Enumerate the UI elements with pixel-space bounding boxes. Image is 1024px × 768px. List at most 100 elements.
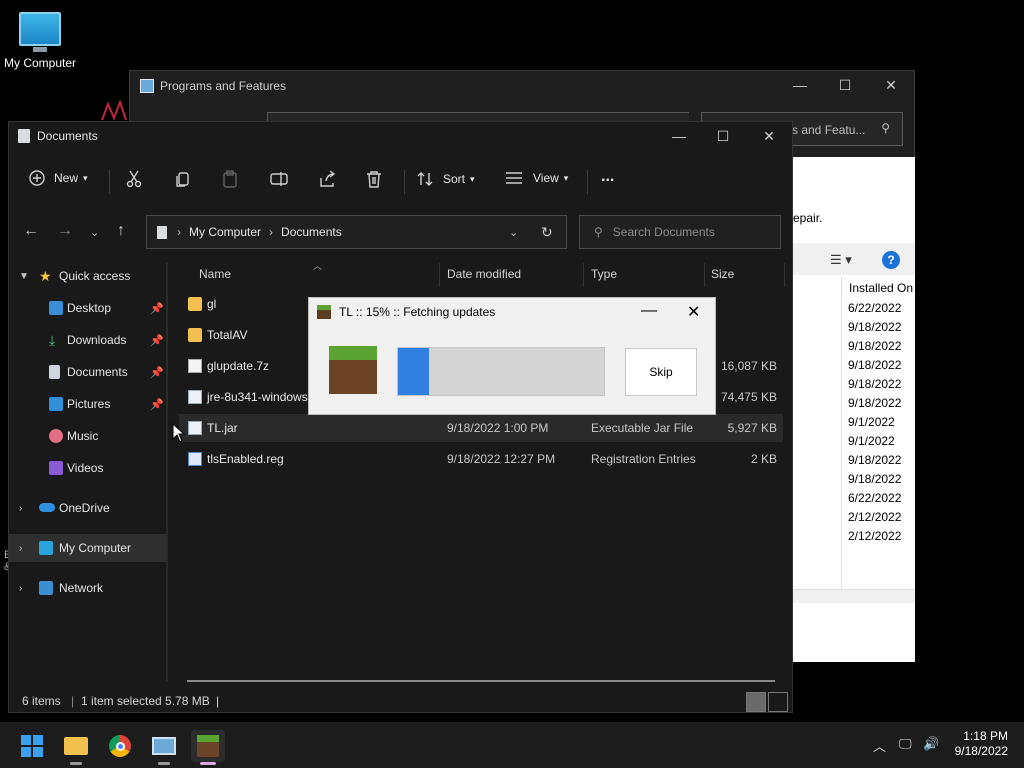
paste-button[interactable] xyxy=(222,170,238,188)
column-header-name[interactable]: Name ︿ xyxy=(189,261,440,287)
breadcrumb-documents[interactable]: Documents xyxy=(281,225,342,239)
desktop-icon xyxy=(49,301,63,315)
clock-date: 9/18/2022 xyxy=(954,744,1008,758)
cut-button[interactable] xyxy=(126,170,142,188)
list-item[interactable]: 9/1/2022 xyxy=(848,432,901,451)
toolbar-divider xyxy=(109,170,110,194)
pin-icon[interactable]: 📌 xyxy=(150,334,164,347)
minimize-button[interactable]: — xyxy=(641,302,657,320)
list-item[interactable]: 9/18/2022 xyxy=(848,394,901,413)
chrome-taskbar-button[interactable] xyxy=(103,730,137,762)
control-panel-taskbar-button[interactable] xyxy=(147,730,181,765)
horizontal-scrollbar[interactable] xyxy=(187,680,775,682)
column-divider xyxy=(841,299,842,589)
details-view-icon[interactable] xyxy=(746,692,766,712)
chevron-down-icon[interactable]: ⌄ xyxy=(509,226,518,239)
list-item[interactable]: 6/22/2022 xyxy=(848,299,901,318)
column-installed-on[interactable]: Installed On xyxy=(841,277,915,299)
pin-icon[interactable]: 📌 xyxy=(150,398,164,411)
sidebar-item-downloads[interactable]: ⤓ Downloads 📌 xyxy=(9,326,167,354)
pin-icon[interactable]: 📌 xyxy=(150,302,164,315)
share-icon xyxy=(320,170,336,187)
sort-chevron-up-icon: ︿ xyxy=(313,261,323,271)
column-header-size[interactable]: Size xyxy=(701,263,785,287)
forward-arrow-icon[interactable]: → xyxy=(57,222,73,240)
minecraft-block-icon xyxy=(317,305,331,319)
help-icon[interactable]: ? xyxy=(882,251,900,269)
delete-button[interactable] xyxy=(366,170,382,188)
minimize-button[interactable]: — xyxy=(790,77,810,93)
list-item[interactable]: 9/18/2022 xyxy=(848,451,901,470)
address-bar[interactable]: › My Computer › Documents ⌄ ↻ xyxy=(146,215,567,249)
chevron-right-icon: › xyxy=(269,225,274,239)
list-item[interactable]: 9/1/2022 xyxy=(848,413,901,432)
column-header-type[interactable]: Type xyxy=(581,263,705,287)
recent-chevron-down-icon[interactable]: ⌄ xyxy=(90,226,99,239)
chevron-right-icon[interactable]: › xyxy=(19,543,22,554)
sidebar-item-pictures[interactable]: Pictures 📌 xyxy=(9,390,167,418)
system-clock[interactable]: 1:18 PM 9/18/2022 xyxy=(955,729,1008,759)
column-header-date[interactable]: Date modified xyxy=(437,263,584,287)
sidebar-item-documents[interactable]: Documents 📌 xyxy=(9,358,167,386)
list-item[interactable]: 9/18/2022 xyxy=(848,337,901,356)
copy-button[interactable] xyxy=(175,170,191,188)
tlauncher-taskbar-button[interactable] xyxy=(191,730,225,765)
chevron-right-icon[interactable]: › xyxy=(19,503,22,514)
desktop-icon-my-computer[interactable]: My Computer xyxy=(0,8,80,70)
tiles-view-icon[interactable] xyxy=(768,692,788,712)
dialog-title: TL :: 15% :: Fetching updates xyxy=(339,305,496,319)
sidebar-item-videos[interactable]: Videos xyxy=(9,454,167,482)
close-button[interactable]: ✕ xyxy=(881,77,901,94)
breadcrumb-my-computer[interactable]: My Computer xyxy=(189,225,261,239)
list-item[interactable]: 9/18/2022 xyxy=(848,356,901,375)
list-item[interactable]: 9/18/2022 xyxy=(848,375,901,394)
chevron-down-icon[interactable]: ▼ xyxy=(19,271,29,282)
sidebar-item-quick-access[interactable]: ▼ ★ Quick access xyxy=(9,262,167,290)
folder-icon xyxy=(188,297,202,311)
table-row[interactable]: tlsEnabled.reg 9/18/2022 12:27 PM Registr… xyxy=(179,445,783,473)
pin-icon[interactable]: 📌 xyxy=(150,366,164,379)
view-button[interactable]: View ▾ xyxy=(505,171,568,185)
list-view-icon[interactable]: ☰ ▾ xyxy=(830,252,852,268)
share-button[interactable] xyxy=(318,170,336,188)
document-icon xyxy=(157,225,167,239)
start-button[interactable] xyxy=(15,730,49,762)
list-item[interactable]: 2/12/2022 xyxy=(848,527,901,546)
network-status-icon[interactable]: 🖵 xyxy=(899,736,912,752)
more-options-button[interactable]: ... xyxy=(601,168,614,186)
minimize-button[interactable]: — xyxy=(669,128,689,144)
sidebar-item-music[interactable]: Music xyxy=(9,422,167,450)
sidebar-item-network[interactable]: › Network xyxy=(9,574,167,602)
back-arrow-icon[interactable]: ← xyxy=(23,222,39,240)
table-row[interactable]: TL.jar 9/18/2022 1:00 PM Executable Jar F… xyxy=(179,414,783,442)
sidebar-item-desktop[interactable]: Desktop 📌 xyxy=(9,294,167,322)
sidebar-item-my-computer[interactable]: › My Computer xyxy=(9,534,167,562)
chevron-right-icon[interactable]: › xyxy=(19,583,22,594)
sidebar-scrollbar[interactable] xyxy=(166,262,168,682)
skip-button[interactable]: Skip xyxy=(625,348,697,396)
volume-icon[interactable]: 🔊 xyxy=(923,736,939,752)
list-item[interactable]: 2/12/2022 xyxy=(848,508,901,527)
chevron-up-icon[interactable]: ︿ xyxy=(873,736,886,755)
close-button[interactable]: ✕ xyxy=(759,128,779,145)
sidebar-item-onedrive[interactable]: › OneDrive xyxy=(9,494,167,522)
up-arrow-icon[interactable]: ↑ xyxy=(117,222,125,240)
close-button[interactable]: ✕ xyxy=(687,302,700,322)
search-input[interactable]: ⚲ Search Documents xyxy=(579,215,781,249)
list-item[interactable]: 9/18/2022 xyxy=(848,318,901,337)
sort-button[interactable]: Sort ▾ xyxy=(417,171,475,187)
progress-fill xyxy=(398,348,429,395)
dialog-titlebar[interactable]: TL :: 15% :: Fetching updates xyxy=(317,305,495,319)
list-item[interactable]: 6/22/2022 xyxy=(848,489,901,508)
refresh-icon[interactable]: ↻ xyxy=(541,224,553,241)
desktop-icon-label: My Computer xyxy=(3,56,77,70)
new-button[interactable]: New ▾ xyxy=(28,169,88,187)
maximize-button[interactable]: ☐ xyxy=(713,128,733,145)
clock-time: 1:18 PM xyxy=(963,729,1008,743)
search-icon: ⚲ xyxy=(881,121,890,135)
file-explorer-taskbar-button[interactable] xyxy=(59,730,93,765)
list-item[interactable]: 9/18/2022 xyxy=(848,470,901,489)
maximize-button[interactable]: ☐ xyxy=(835,77,855,94)
installer-icon xyxy=(188,390,202,404)
rename-button[interactable] xyxy=(270,170,288,188)
